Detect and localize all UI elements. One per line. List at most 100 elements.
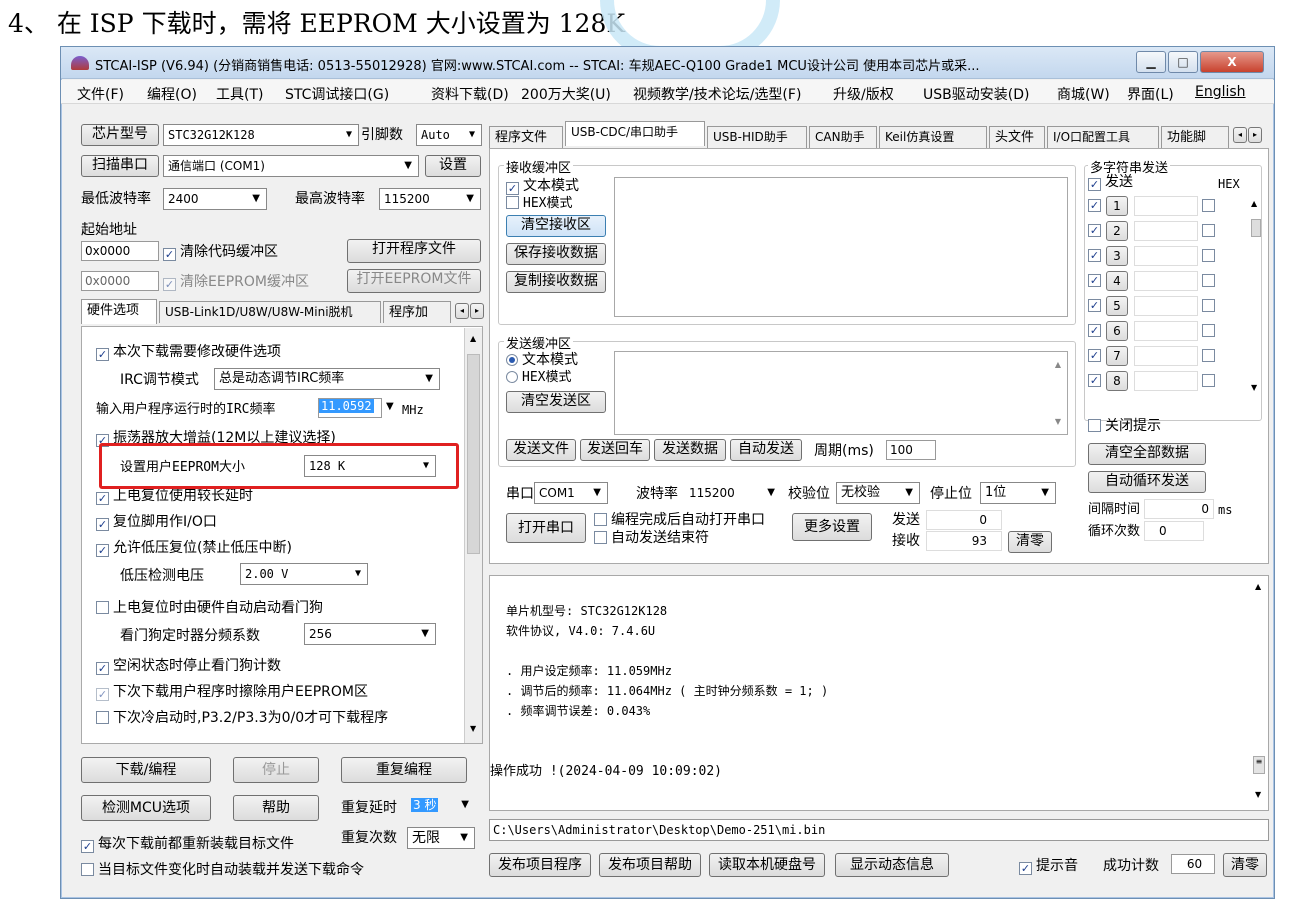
settings-button[interactable]: 设置: [425, 155, 481, 177]
menu-docs[interactable]: 资料下载(D): [431, 84, 509, 104]
clear-eeprom-checkbox[interactable]: 清除EEPROM缓冲区: [163, 273, 309, 291]
interval-input[interactable]: 0: [1144, 499, 1214, 519]
multi-send-input[interactable]: [1134, 196, 1198, 216]
receive-text-area[interactable]: [614, 177, 1068, 317]
copy-receive-button[interactable]: 复制接收数据: [506, 271, 606, 293]
tab-scroll-right-icon[interactable]: ▸: [470, 303, 484, 319]
auto-send-button[interactable]: 自动发送: [730, 439, 802, 461]
menu-ui[interactable]: 界面(L): [1127, 84, 1174, 104]
scroll-up-icon[interactable]: ▲: [1055, 360, 1061, 369]
repeat-program-button[interactable]: 重复编程: [341, 757, 467, 783]
multi-send-input[interactable]: [1134, 246, 1198, 266]
scan-port-button[interactable]: 扫描串口: [81, 155, 159, 177]
open-program-file-button[interactable]: 打开程序文件: [347, 239, 481, 263]
multi-scrollbar[interactable]: ▲ ▼: [1250, 197, 1262, 397]
tx-text-mode[interactable]: 文本模式: [506, 351, 578, 369]
auto-cycle-button[interactable]: 自动循环发送: [1088, 471, 1206, 493]
serial-port-select[interactable]: COM1 ▼: [534, 482, 608, 504]
checkbox-icon[interactable]: [1088, 299, 1101, 312]
auto-reload-option[interactable]: 当目标文件变化时自动装载并发送下载命令: [81, 861, 364, 879]
multi-send-button[interactable]: 4: [1106, 271, 1128, 291]
hex-checkbox-icon[interactable]: [1202, 349, 1215, 362]
show-dynamic-info-button[interactable]: 显示动态信息: [835, 853, 949, 877]
chevron-down-icon[interactable]: ▼: [386, 401, 394, 412]
period-input[interactable]: 100: [886, 440, 936, 460]
modify-hw-option[interactable]: 本次下载需要修改硬件选项: [96, 343, 281, 361]
clear-all-button[interactable]: 清空全部数据: [1088, 443, 1206, 465]
publish-help-button[interactable]: 发布项目帮助: [599, 853, 701, 877]
publish-program-button[interactable]: 发布项目程序: [489, 853, 591, 877]
cold-start-option[interactable]: 下次冷启动时,P3.2/P3.3为0/0才可下载程序: [96, 709, 388, 727]
tab-hardware-options[interactable]: 硬件选项: [81, 299, 157, 324]
checkbox-icon[interactable]: [1088, 349, 1101, 362]
auto-terminator-option[interactable]: 自动发送结束符: [594, 529, 709, 547]
multi-send-input[interactable]: [1134, 346, 1198, 366]
hex-checkbox-icon[interactable]: [1202, 249, 1215, 262]
checkbox-icon[interactable]: [1088, 274, 1101, 287]
minimize-button[interactable]: ▁: [1136, 51, 1166, 73]
close-button[interactable]: X: [1200, 51, 1264, 73]
help-button[interactable]: 帮助: [233, 795, 319, 821]
more-settings-button[interactable]: 更多设置: [792, 513, 872, 541]
menu-prize[interactable]: 200万大奖(U): [521, 84, 611, 104]
multi-send-input[interactable]: [1134, 321, 1198, 341]
menu-program[interactable]: 编程(O): [147, 84, 197, 104]
cycles-input[interactable]: 0: [1144, 521, 1204, 541]
checkbox-icon[interactable]: [1088, 199, 1101, 212]
stop-button[interactable]: 停止: [233, 757, 319, 783]
open-eeprom-file-button[interactable]: 打开EEPROM文件: [347, 269, 481, 293]
wdt-divider-select[interactable]: 256 ▼: [304, 623, 436, 645]
scroll-down-icon[interactable]: ▼: [1251, 383, 1257, 392]
tab-keil[interactable]: Keil仿真设置: [879, 126, 987, 148]
send-text-area[interactable]: ▲ ▼: [614, 351, 1068, 435]
hex-checkbox-icon[interactable]: [1202, 374, 1215, 387]
repeat-count-select[interactable]: 无限 ▼: [407, 827, 475, 849]
chip-model-button[interactable]: 芯片型号: [81, 124, 159, 146]
erase-eeprom-option[interactable]: 下次下载用户程序时擦除用户EEPROM区: [96, 683, 368, 701]
pin-count-select[interactable]: Auto ▼: [416, 124, 482, 146]
open-port-button[interactable]: 打开串口: [506, 513, 586, 543]
hex-checkbox-icon[interactable]: [1202, 274, 1215, 287]
hex-checkbox-icon[interactable]: [1202, 199, 1215, 212]
checkbox-icon[interactable]: [1088, 374, 1101, 387]
eeprom-start-address[interactable]: 0x0000: [81, 271, 159, 291]
multi-send-input[interactable]: [1134, 221, 1198, 241]
multi-send-button[interactable]: 6: [1106, 321, 1128, 341]
scroll-up-icon[interactable]: ▲: [1255, 582, 1261, 591]
scroll-thumb[interactable]: ≡: [1253, 756, 1265, 774]
tab-scroll-right-icon[interactable]: ▸: [1248, 127, 1262, 143]
multi-send-input[interactable]: [1134, 296, 1198, 316]
tab-io-config[interactable]: I/O口配置工具: [1047, 126, 1159, 148]
multi-send-button[interactable]: 8: [1106, 371, 1128, 391]
lvd-select[interactable]: 2.00 V ▼: [240, 563, 368, 585]
tab-scroll-left-icon[interactable]: ◂: [1233, 127, 1247, 143]
scroll-down-icon[interactable]: ▼: [470, 724, 476, 733]
tab-can[interactable]: CAN助手: [809, 126, 877, 148]
tab-program-file[interactable]: 程序文件: [489, 126, 563, 148]
rx-text-mode[interactable]: 文本模式: [506, 177, 579, 195]
com-port-select[interactable]: 通信端口 (COM1) ▼: [163, 155, 419, 177]
tab-scroll-left-icon[interactable]: ◂: [455, 303, 469, 319]
tab-function-pins[interactable]: 功能脚: [1161, 126, 1229, 148]
menu-debug[interactable]: STC调试接口(G): [285, 84, 389, 104]
auto-wdt-option[interactable]: 上电复位时由硬件自动启动看门狗: [96, 599, 323, 617]
hex-checkbox-icon[interactable]: [1202, 224, 1215, 237]
scroll-up-icon[interactable]: ▲: [1251, 199, 1257, 208]
scroll-thumb[interactable]: [1251, 219, 1261, 237]
scroll-down-icon[interactable]: ▼: [1255, 790, 1261, 799]
idle-wdt-option[interactable]: 空闲状态时停止看门狗计数: [96, 657, 281, 675]
clear-receive-button[interactable]: 清空接收区: [506, 215, 606, 237]
clear-success-button[interactable]: 清零: [1223, 853, 1267, 877]
tx-hex-mode[interactable]: HEX模式: [506, 369, 571, 387]
clear-count-button[interactable]: 清零: [1008, 531, 1052, 553]
parity-select[interactable]: 无校验 ▼: [836, 482, 920, 504]
menu-usb-driver[interactable]: USB驱动安装(D): [923, 84, 1029, 104]
maximize-button[interactable]: □: [1168, 51, 1198, 73]
menu-shop[interactable]: 商城(W): [1057, 84, 1110, 104]
hex-checkbox-icon[interactable]: [1202, 299, 1215, 312]
tab-usb-hid[interactable]: USB-HID助手: [707, 126, 807, 148]
tab-program-add[interactable]: 程序加: [383, 301, 451, 323]
code-start-address[interactable]: 0x0000: [81, 241, 159, 261]
tab-header[interactable]: 头文件: [989, 126, 1045, 148]
irc-mode-select[interactable]: 总是动态调节IRC频率 ▼: [214, 368, 440, 390]
